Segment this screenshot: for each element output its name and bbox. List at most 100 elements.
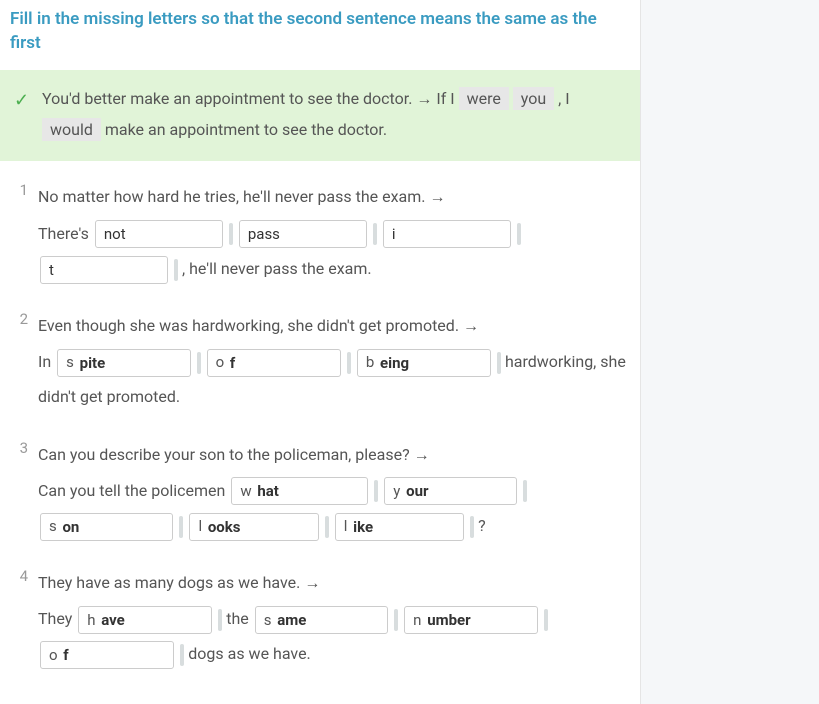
question-text: There's [38, 224, 93, 243]
answer-input[interactable] [406, 479, 516, 503]
question-body: Can you describe your son to the policem… [38, 437, 630, 544]
handle-icon [374, 480, 378, 502]
handle-icon [229, 223, 233, 245]
example-blank: would [42, 118, 101, 141]
question-item: 2 Even though she was hardworking, she d… [10, 308, 630, 415]
answer-field[interactable]: y [384, 477, 517, 505]
question-text: dogs as we have. [188, 644, 311, 663]
prefix-letter: n [405, 604, 427, 637]
answer-input[interactable] [96, 222, 222, 246]
answer-field[interactable]: l [189, 513, 318, 541]
answer-field[interactable]: o [207, 349, 341, 377]
question-body: No matter how hard he tries, he'll never… [38, 179, 630, 286]
example-blank: were [459, 87, 509, 110]
answer-field[interactable]: s [40, 513, 173, 541]
handle-icon [497, 352, 501, 374]
question-text: In [38, 352, 55, 371]
question-number: 1 [10, 179, 38, 286]
handle-icon [174, 259, 178, 281]
question-number: 3 [10, 437, 38, 544]
handle-icon [218, 609, 222, 631]
answer-field[interactable] [383, 220, 511, 248]
question-item: 4 They have as many dogs as we have. → T… [10, 565, 630, 672]
handle-icon [394, 609, 398, 631]
handle-icon [179, 516, 183, 538]
answer-input[interactable] [208, 515, 318, 539]
handle-icon [544, 609, 548, 631]
check-icon: ✓ [14, 84, 29, 118]
answer-field[interactable]: l [335, 513, 464, 541]
prefix-letter: l [336, 510, 353, 543]
question-body: Even though she was hardworking, she did… [38, 308, 630, 415]
handle-icon [523, 480, 527, 502]
question-item: 3 Can you describe your son to the polic… [10, 437, 630, 544]
question-text: Can you describe your son to the policem… [38, 445, 414, 464]
answer-input[interactable] [353, 515, 463, 539]
example-block: ✓ You'd better make an appointment to se… [0, 70, 640, 162]
prefix-letter: o [41, 639, 63, 672]
arrow-icon: → [304, 575, 320, 592]
handle-icon [197, 352, 201, 374]
example-text: If I [432, 89, 458, 108]
answer-input[interactable] [41, 258, 167, 282]
answer-field[interactable]: s [255, 606, 388, 634]
prefix-letter: w [232, 475, 257, 508]
answer-field[interactable]: n [404, 606, 538, 634]
prefix-letter: l [190, 510, 207, 543]
answer-field[interactable] [40, 256, 168, 284]
answer-field[interactable]: h [78, 606, 212, 634]
question-list: 1 No matter how hard he tries, he'll nev… [0, 161, 640, 703]
handle-icon [347, 352, 351, 374]
prefix-letter: s [41, 510, 62, 543]
example-blank: you [513, 87, 554, 110]
question-number: 2 [10, 308, 38, 415]
prefix-letter: h [79, 604, 101, 637]
arrow-icon: → [429, 189, 445, 206]
example-text: You'd better make an appointment to see … [42, 89, 416, 108]
answer-input[interactable] [62, 515, 172, 539]
example-text: , I [554, 89, 569, 108]
answer-input[interactable] [230, 351, 340, 375]
answer-input[interactable] [63, 643, 173, 667]
prefix-letter: b [358, 346, 380, 379]
question-text: They have as many dogs as we have. [38, 573, 304, 592]
arrow-icon: → [463, 318, 479, 335]
answer-input[interactable] [427, 608, 537, 632]
instructions-heading: Fill in the missing letters so that the … [0, 0, 640, 70]
answer-input[interactable] [101, 608, 211, 632]
question-body: They have as many dogs as we have. → The… [38, 565, 630, 672]
handle-icon [373, 223, 377, 245]
side-panel [640, 0, 819, 704]
arrow-icon: → [416, 91, 432, 108]
handle-icon [470, 516, 474, 538]
question-text: , he'll never pass the exam. [182, 259, 372, 278]
question-number: 4 [10, 565, 38, 672]
question-text: They [38, 609, 76, 628]
answer-field[interactable] [239, 220, 367, 248]
answer-input[interactable] [80, 351, 190, 375]
answer-input[interactable] [380, 351, 490, 375]
main-column: Fill in the missing letters so that the … [0, 0, 640, 704]
question-text: Can you tell the policemen [38, 481, 229, 500]
answer-input[interactable] [277, 608, 387, 632]
handle-icon [325, 516, 329, 538]
arrow-icon: → [414, 447, 430, 464]
question-text: No matter how hard he tries, he'll never… [38, 187, 429, 206]
prefix-letter: s [256, 604, 277, 637]
answer-field[interactable]: o [40, 641, 174, 669]
handle-icon [180, 644, 184, 666]
example-text: make an appointment to see the doctor. [101, 120, 387, 139]
answer-field[interactable]: w [231, 477, 368, 505]
question-text: ? [478, 516, 486, 535]
answer-field[interactable] [95, 220, 223, 248]
answer-input[interactable] [384, 222, 510, 246]
answer-input[interactable] [240, 222, 366, 246]
question-text: the [226, 609, 253, 628]
answer-field[interactable]: s [57, 349, 190, 377]
prefix-letter: s [58, 346, 79, 379]
question-item: 1 No matter how hard he tries, he'll nev… [10, 179, 630, 286]
answer-field[interactable]: b [357, 349, 491, 377]
answer-input[interactable] [257, 479, 367, 503]
question-text: Even though she was hardworking, she did… [38, 316, 463, 335]
handle-icon [517, 223, 521, 245]
